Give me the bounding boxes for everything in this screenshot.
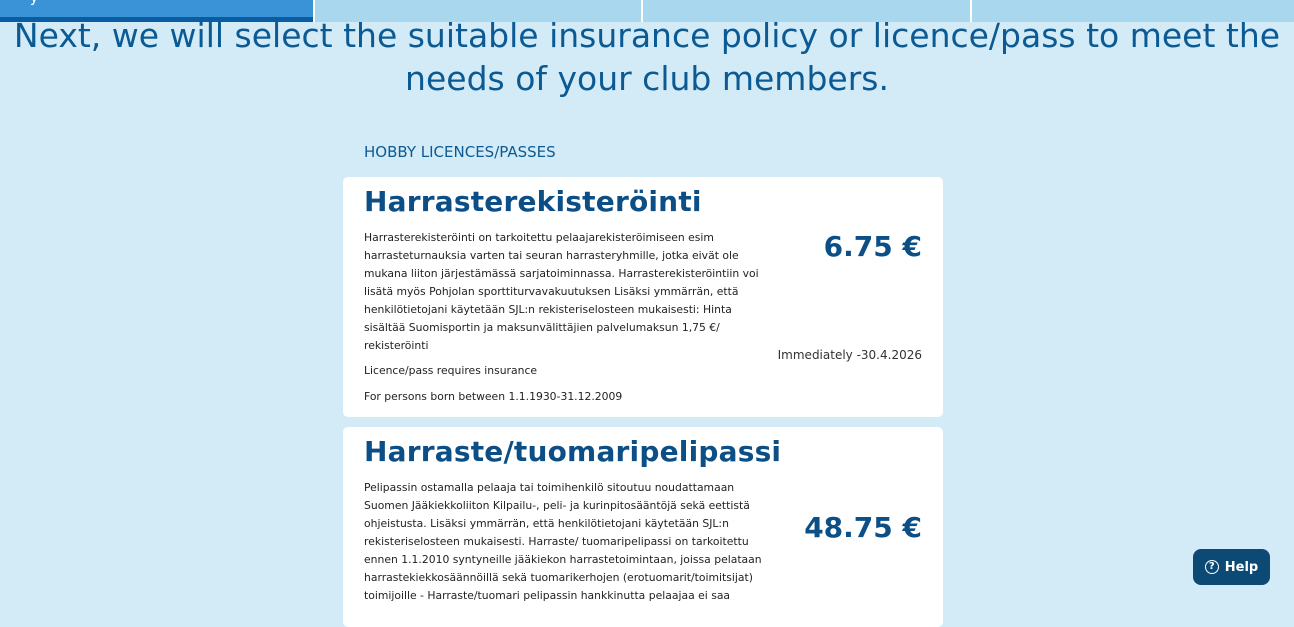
question-circle-icon: ? [1204,560,1219,574]
licence-title: Harrasterekisteröinti [364,185,702,218]
licence-validity: Immediately -30.4.2026 [777,348,922,362]
licence-title: Harraste/tuomaripelipassi [364,435,782,468]
help-button[interactable]: ? Help [1193,549,1270,585]
licence-description: Pelipassin ostamalla pelaaja tai toimihe… [364,481,762,602]
licence-description: Harrasterekisteröinti on tarkoitettu pel… [364,231,759,352]
page-headline: Next, we will select the suitable insura… [13,16,1281,98]
licence-price: 6.75 € [823,230,922,263]
section-title: HOBBY LICENCES/PASSES [364,143,556,161]
progress-step-label: y [30,0,38,6]
licence-price: 48.75 € [804,511,922,544]
licence-age-note: For persons born between 1.1.1930-31.12.… [364,390,623,403]
help-button-label: Help [1224,559,1259,575]
licence-insurance-note: Licence/pass requires insurance [364,364,538,377]
licence-card-harrasterekisterointi[interactable]: Harrasterekisteröinti Harrasterekisteröi… [343,177,943,417]
licence-card-harraste-tuomaripelipassi[interactable]: Harraste/tuomaripelipassi Pelipassin ost… [343,427,943,627]
